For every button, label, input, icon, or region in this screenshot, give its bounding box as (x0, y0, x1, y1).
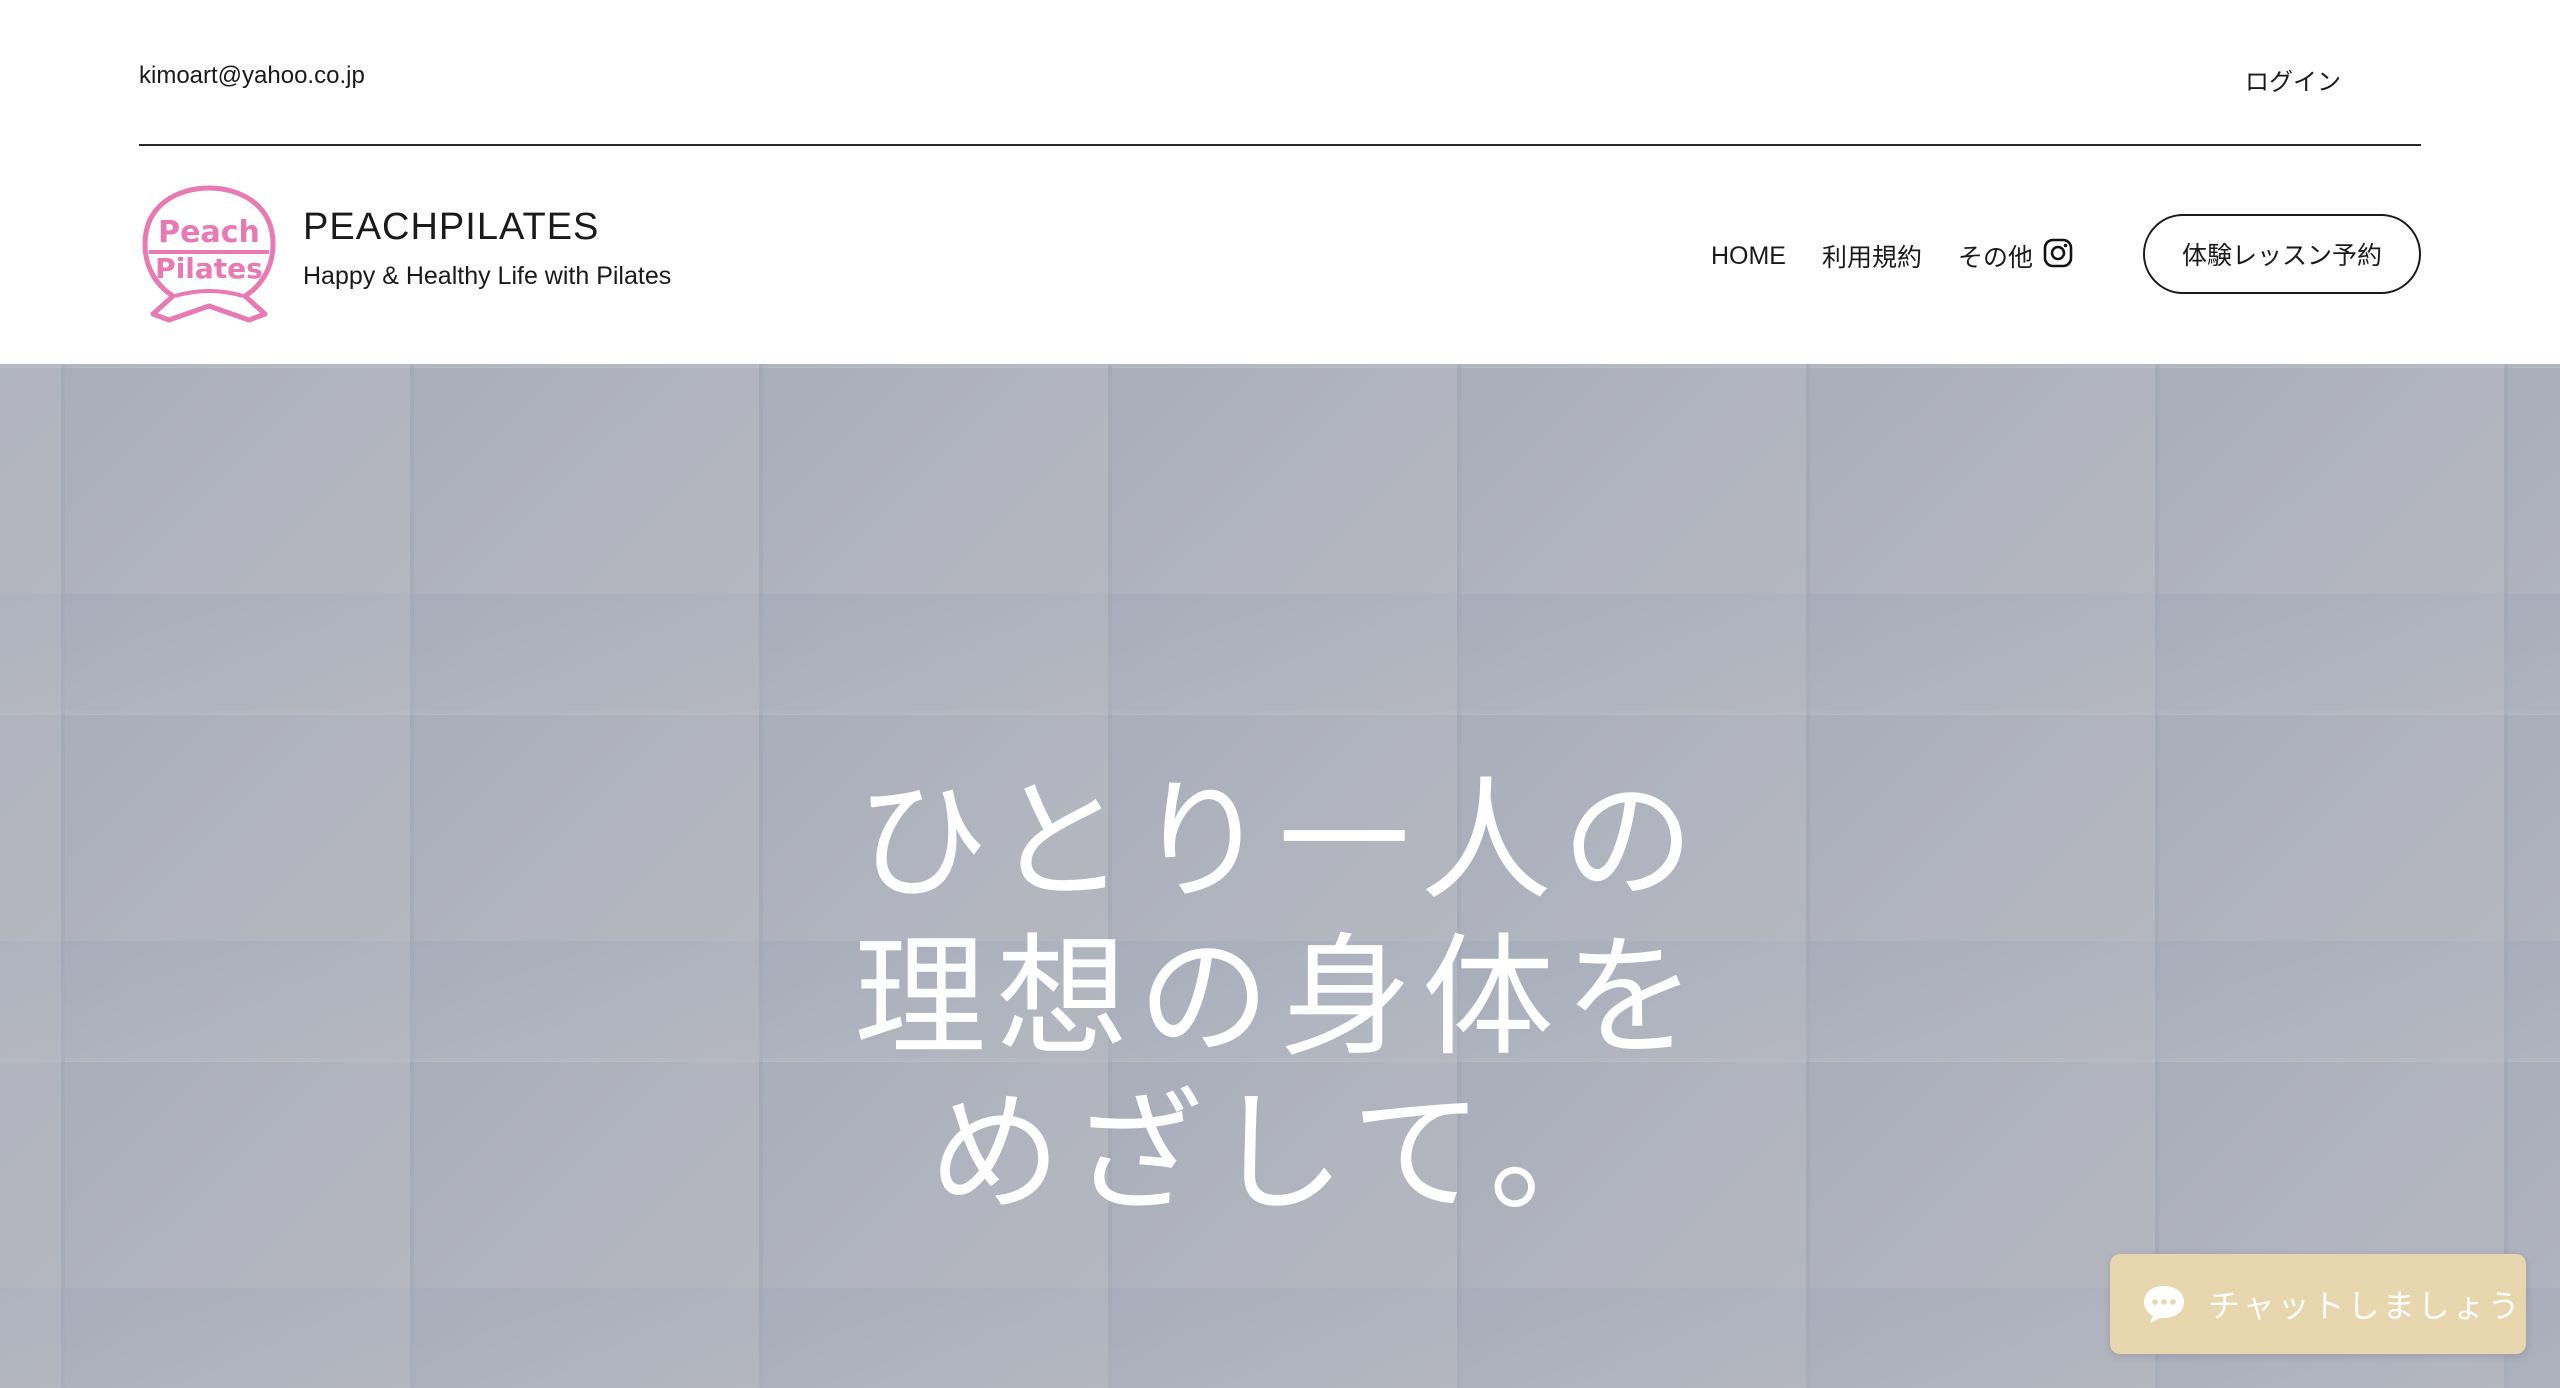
instagram-icon[interactable] (2043, 238, 2073, 268)
chat-widget-label: チャットしましょう (2208, 1288, 2523, 1324)
hero-heading-line-1: ひとり一人の (855, 765, 1705, 919)
trial-lesson-button[interactable]: 体験レッスン予約 (2143, 214, 2421, 294)
chat-bubble-icon (2144, 1286, 2184, 1323)
nav-item-home[interactable]: HOME (1711, 242, 1786, 271)
peach-pilates-logo[interactable]: Peach Pilates (139, 182, 279, 324)
hero-heading: ひとり一人の 理想の身体を めざして。 (0, 764, 2560, 1232)
site-tagline: Happy & Healthy Life with Pilates (303, 262, 672, 290)
logo-text-pilates: Pilates (155, 252, 263, 285)
main-nav: HOME 利用規約 その他 (1711, 238, 2033, 274)
nav-item-terms[interactable]: 利用規約 (1822, 238, 1922, 274)
contact-email[interactable]: kimoart@yahoo.co.jp (139, 62, 365, 90)
login-link[interactable]: ログイン (2245, 62, 2341, 97)
hero-heading-line-3: めざして。 (928, 1077, 1632, 1231)
site-title[interactable]: PEACHPILATES (303, 206, 599, 249)
chat-widget-button[interactable]: チャットしましょう (2110, 1254, 2526, 1354)
hero-heading-line-2: 理想の身体を (854, 921, 1706, 1075)
top-bar: kimoart@yahoo.co.jp ログイン (139, 0, 2421, 146)
nav-item-more[interactable]: その他 (1958, 238, 2033, 274)
site-header: Peach Pilates PEACHPILATES Happy & Healt… (139, 146, 2421, 364)
hero-section: ひとり一人の 理想の身体を めざして。 (0, 364, 2560, 1388)
logo-text-peach: Peach (158, 215, 260, 250)
